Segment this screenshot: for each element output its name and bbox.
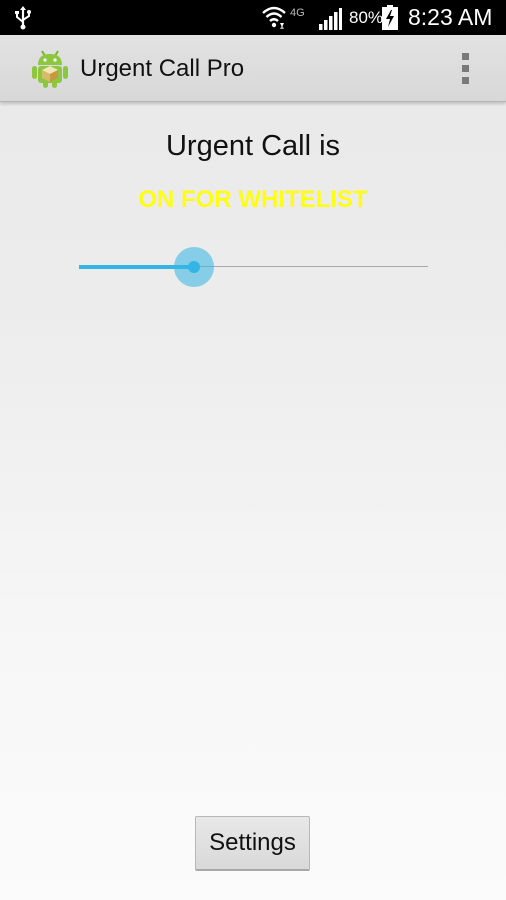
usb-icon — [15, 6, 31, 30]
wifi-icon — [262, 6, 286, 29]
slider-thumb[interactable] — [188, 261, 200, 273]
network-type-label: 4G — [290, 7, 305, 19]
clock: 8:23 AM — [408, 4, 493, 30]
mode-label: ON FOR WHITELIST — [138, 186, 368, 213]
overflow-menu-icon[interactable] — [459, 53, 473, 85]
battery-charging-icon — [382, 5, 398, 30]
action-bar: Urgent Call Pro — [0, 35, 506, 102]
signal-icon — [319, 8, 342, 30]
urgent-call-status-label: Urgent Call is — [165, 130, 341, 162]
app-title: Urgent Call Pro — [80, 55, 245, 82]
battery-percent: 80% — [349, 8, 384, 27]
settings-button[interactable]: Settings — [195, 816, 310, 871]
android-app-icon — [32, 50, 68, 88]
mode-slider[interactable] — [79, 245, 428, 289]
status-bar: 4G 80% 8:23 AM — [0, 0, 506, 35]
